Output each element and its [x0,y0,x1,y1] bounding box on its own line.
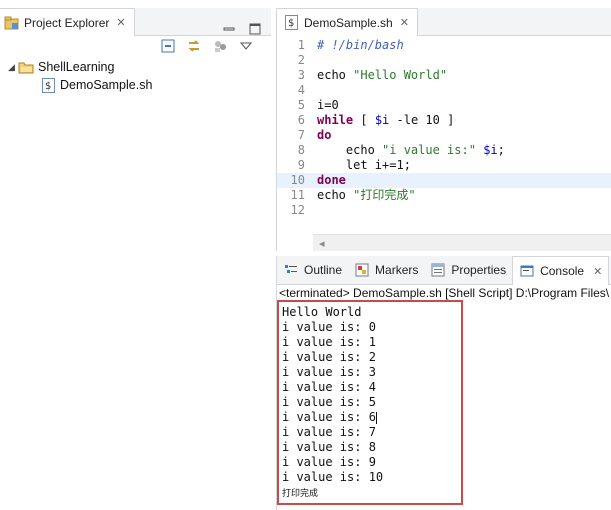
code-line[interactable]: 7 do [277,128,611,143]
console-status: <terminated> DemoSample.sh [Shell Script… [279,286,610,300]
console-output-line: i value is: 6 [282,410,377,424]
code-line[interactable]: 2 [277,53,611,68]
explorer-toolbar [160,38,254,54]
svg-text:$: $ [288,18,294,29]
expand-arrow-icon[interactable]: ◢ [8,62,18,73]
project-explorer-icon [4,15,20,31]
tab-properties-label: Properties [451,263,507,277]
line-number: 7 [297,128,305,142]
code-line[interactable]: 12 [277,203,611,218]
tab-markers[interactable]: Markers [348,256,424,284]
code-text: done [317,173,346,187]
console-output-line: i value is: 1 [282,335,376,349]
code-text: # !/bin/bash [317,38,404,52]
console-output-line: i value is: 7 [282,425,376,439]
code-text: while [ $i -le 10 ] [317,113,455,127]
console-output-highlight: Hello World i value is: 0i value is: 1i v… [277,300,463,505]
code-text: let i+=1; [317,158,411,172]
code-line[interactable]: 8 echo "i value is:" $i; [277,143,611,158]
tree-label-file: DemoSample.sh [60,78,153,92]
panel-tab-bar: Outline Markers Properties Console ✕ [277,256,611,285]
console-output[interactable]: Hello World i value is: 0i value is: 1i v… [282,305,383,502]
scroll-left-icon[interactable]: ◂ [319,237,325,250]
line-number: 4 [297,83,305,97]
outline-icon [283,262,299,278]
tab-demosample[interactable]: $ DemoSample.sh ✕ [277,8,418,36]
text-cursor [375,411,377,424]
line-number: 5 [297,98,305,112]
console-output-line: 打印完成 [282,489,319,499]
console-output-line: i value is: 10 [282,470,384,484]
tree-item-project[interactable]: ◢ ShellLearning [8,58,152,76]
explorer-tab-bar: Project Explorer ✕ [0,8,271,36]
tab-project-explorer[interactable]: Project Explorer ✕ [0,8,135,36]
code-line[interactable]: 10 done [277,173,611,188]
line-number: 1 [297,38,305,52]
close-icon[interactable]: ✕ [400,16,409,29]
console-output-line: i value is: 9 [282,455,376,469]
editor-area: $ DemoSample.sh ✕ 1 # !/bin/bash 2 3 echo "H… [276,8,611,251]
tab-markers-label: Markers [375,263,419,277]
code-text: do [317,128,332,142]
code-text: echo "i value is:" $i; [317,143,505,157]
project-tree: ◢ ShellLearning $ DemoSample.sh [8,58,152,94]
code-line[interactable]: 4 [277,83,611,98]
console-output-line: i value is: 5 [282,395,376,409]
close-icon[interactable]: ✕ [116,16,125,29]
console-output-line: i value is: 3 [282,365,376,379]
console-output-line: i value is: 4 [282,380,376,394]
filter-icon[interactable] [212,38,228,54]
code-text: echo "Hello World" [317,68,448,82]
project-folder-icon [18,59,34,75]
console-output-line: i value is: 2 [282,350,376,364]
code-text: echo "打印完成" [317,188,416,202]
line-number: 6 [297,113,305,127]
link-with-editor-icon[interactable] [186,38,202,54]
code-editor[interactable]: 1 # !/bin/bash 2 3 echo "Hello World" 4 5 i=0 6 w… [277,38,611,218]
close-icon[interactable]: ✕ [593,265,602,278]
line-number: 10 [290,173,305,187]
code-text: i=0 [317,98,339,112]
code-line[interactable]: 9 let i+=1; [277,158,611,173]
project-explorer-title: Project Explorer [24,15,110,30]
editor-tab-title: DemoSample.sh [304,15,393,30]
console-output-line: Hello World [282,305,362,319]
code-line[interactable]: 3 echo "Hello World" [277,68,611,83]
tab-outline-label: Outline [304,263,343,277]
code-line[interactable]: 1 # !/bin/bash [277,38,611,53]
line-number: 12 [290,203,305,217]
tree-item-file[interactable]: $ DemoSample.sh [8,76,152,94]
tree-label-project: ShellLearning [38,60,115,74]
minimize-icon[interactable] [221,21,237,37]
maximize-icon[interactable] [247,21,263,37]
shell-script-icon: $ [40,77,56,93]
line-number: 8 [297,143,305,157]
tab-console[interactable]: Console ✕ [512,256,610,285]
properties-icon [430,262,446,278]
console-icon [519,263,535,279]
svg-text:$: $ [45,81,51,92]
code-line[interactable]: 6 while [ $i -le 10 ] [277,113,611,128]
tab-console-label: Console [540,264,585,278]
view-menu-icon[interactable] [238,38,254,54]
editor-tab-bar: $ DemoSample.sh ✕ [277,8,611,36]
line-number: 9 [297,158,305,172]
tab-properties[interactable]: Properties [424,256,512,284]
shell-script-icon: $ [283,15,299,31]
console-output-line: i value is: 8 [282,440,376,454]
line-number: 2 [297,53,305,67]
tab-outline[interactable]: Outline [277,256,348,284]
code-line[interactable]: 5 i=0 [277,98,611,113]
horizontal-scrollbar[interactable]: ◂ [313,234,611,251]
collapse-all-icon[interactable] [160,38,176,54]
line-number: 3 [297,68,305,82]
project-explorer-view: Project Explorer ✕ ◢ ShellLearning $ Dem… [0,0,271,510]
markers-icon [354,262,370,278]
bottom-panel: Outline Markers Properties Console ✕ <te… [276,256,611,510]
line-number: 11 [290,188,305,202]
console-output-line: i value is: 0 [282,320,376,334]
code-line[interactable]: 11 echo "打印完成" [277,188,611,203]
